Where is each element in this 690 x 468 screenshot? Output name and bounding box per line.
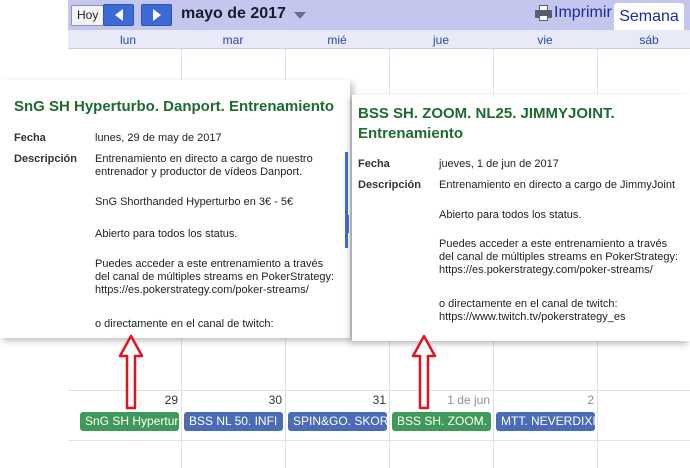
- tab-week[interactable]: Semana: [614, 3, 684, 30]
- day-header-wed: mié: [327, 33, 347, 47]
- event-chip-bss-nl50[interactable]: BSS NL 50. INFI: [184, 412, 283, 431]
- description-paragraph: o directamente en el canal de twitch:: [95, 318, 274, 330]
- description-paragraph: Entrenamiento en directo a cargo de nues…: [95, 153, 313, 178]
- popup-scrollbar[interactable]: [345, 152, 348, 248]
- fecha-label: Fecha: [14, 132, 46, 144]
- grid-divider: [68, 390, 690, 391]
- fecha-label: Fecha: [358, 158, 390, 170]
- event-details-popup-left: SnG SH Hyperturbo. Danport. Entrenamient…: [0, 80, 350, 338]
- month-title: mayo de 2017: [181, 5, 286, 22]
- arrow-up-icon: [118, 334, 144, 410]
- day-number-30[interactable]: 30: [182, 393, 282, 407]
- caret-down-icon[interactable]: [294, 12, 306, 19]
- day-header-tue: mar: [222, 33, 244, 47]
- day-header-fri: vie: [537, 33, 553, 47]
- calendar-toolbar: Hoy mayo de 2017 Imprimir Semana: [68, 0, 690, 30]
- fecha-value: jueves, 1 de jun de 2017: [439, 158, 559, 170]
- event-chip-spin-go[interactable]: SPIN&GO. SKORPIO: [288, 412, 387, 431]
- print-label: Imprimir: [554, 4, 612, 21]
- event-chip-bss-sh-zoom[interactable]: BSS SH. ZOOM. N: [392, 412, 491, 431]
- fecha-value: lunes, 29 de may de 2017: [95, 132, 222, 144]
- description-paragraph: Puedes acceder a este entrenamiento a tr…: [439, 238, 679, 276]
- chevron-right-icon: [152, 9, 161, 21]
- arrow-up-icon: [411, 334, 437, 410]
- popup-title: BSS SH. ZOOM. NL25. JIMMYJOINT. Entrenam…: [358, 105, 615, 142]
- next-button[interactable]: [141, 4, 172, 26]
- grid-divider: [68, 440, 690, 441]
- descripcion-label: Descripción: [14, 153, 77, 165]
- description-paragraph: Abierto para todos los status.: [439, 209, 582, 221]
- print-button[interactable]: Imprimir: [535, 4, 612, 22]
- day-number-2[interactable]: 2: [494, 393, 594, 407]
- chevron-left-icon: [114, 9, 123, 21]
- today-button[interactable]: Hoy: [71, 5, 105, 26]
- event-chip-sng-sh-hyperturbo[interactable]: SnG SH Hyperturbo: [80, 412, 179, 431]
- day-header-thu: jue: [432, 33, 449, 47]
- day-header-mon: lun: [119, 33, 136, 47]
- description-paragraph: Entrenamiento en directo a cargo de Jimm…: [439, 179, 676, 191]
- day-header-row: lun mar mié jue vie sáb: [68, 30, 690, 49]
- popup-scrollbar[interactable]: [346, 215, 349, 233]
- popup-title: SnG SH Hyperturbo. Danport. Entrenamient…: [14, 98, 335, 115]
- description-paragraph: o directamente en el canal de twitch: ht…: [439, 298, 626, 323]
- previous-button[interactable]: [103, 4, 134, 26]
- printer-icon: [535, 5, 552, 21]
- event-chip-mtt-neverdixie[interactable]: MTT. NEVERDIXIE: [496, 412, 595, 431]
- day-header-sat: sáb: [639, 33, 659, 47]
- day-number-jun-1[interactable]: 1 de jun: [390, 393, 490, 407]
- descripcion-label: Descripción: [358, 179, 421, 191]
- day-number-31[interactable]: 31: [286, 393, 386, 407]
- description-paragraph: Abierto para todos los status.: [95, 228, 238, 240]
- event-details-popup-right: BSS SH. ZOOM. NL25. JIMMYJOINT. Entrenam…: [346, 95, 690, 341]
- description-paragraph: Puedes acceder a este entrenamiento a tr…: [95, 258, 335, 296]
- description-paragraph: SnG Shorthanded Hyperturbo en 3€ - 5€: [95, 196, 294, 208]
